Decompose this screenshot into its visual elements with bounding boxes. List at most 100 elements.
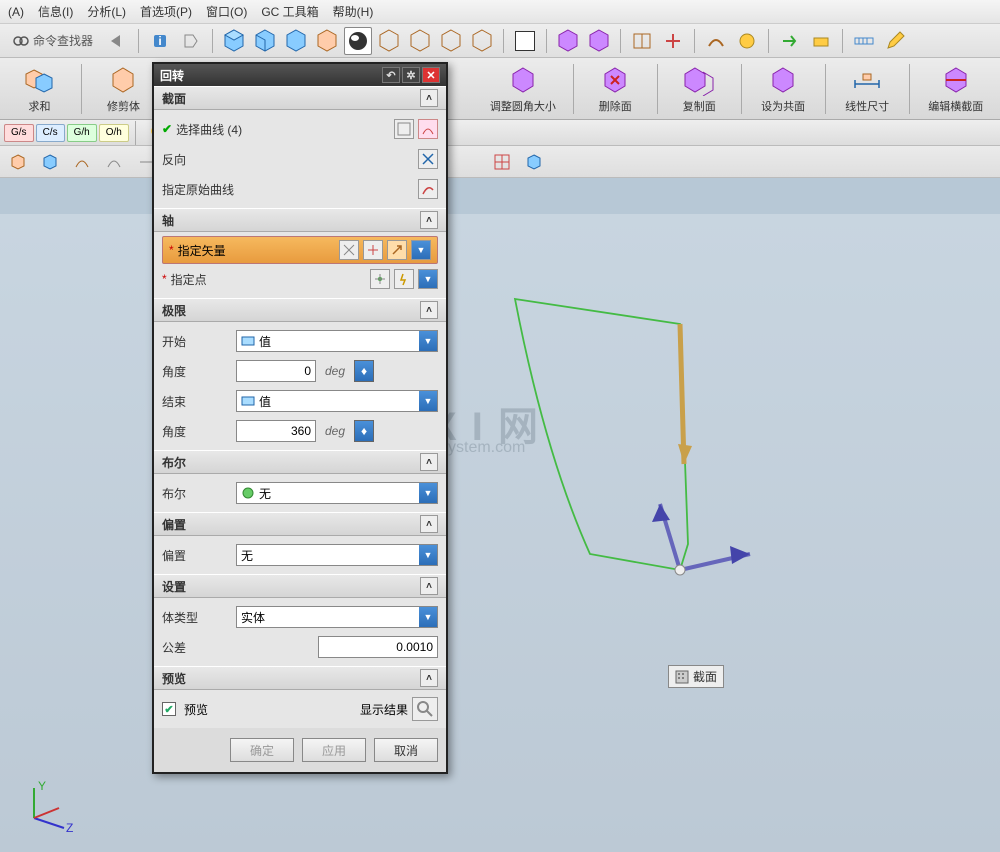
tool-button[interactable] bbox=[776, 27, 804, 55]
offset-combo[interactable]: 无 ▼ bbox=[236, 544, 438, 566]
section-header-axis[interactable]: 轴 ˄ bbox=[154, 208, 446, 232]
vector-btn[interactable] bbox=[339, 240, 359, 260]
tool-button[interactable] bbox=[733, 27, 761, 55]
section-header-boolean[interactable]: 布尔 ˄ bbox=[154, 450, 446, 474]
close-button[interactable]: ✕ bbox=[422, 67, 440, 83]
cancel-button[interactable]: 取消 bbox=[374, 738, 438, 762]
menu-item[interactable]: 首选项(P) bbox=[140, 3, 192, 20]
tool-button[interactable] bbox=[520, 148, 548, 176]
ribbon-sum[interactable]: 求和 bbox=[6, 60, 73, 118]
sketch-geometry bbox=[430, 244, 990, 664]
tool-button[interactable] bbox=[628, 27, 656, 55]
specify-vector-row[interactable]: * 指定矢量 ▼ bbox=[162, 236, 438, 264]
viewport[interactable]: X I 网 system.com 截面 Y Z bbox=[0, 214, 1000, 852]
sketch-icon bbox=[397, 122, 411, 136]
curve-button[interactable] bbox=[418, 119, 438, 139]
dialog-titlebar[interactable]: 回转 ↶ ✲ ✕ bbox=[154, 64, 446, 86]
tab-chip[interactable]: G/h bbox=[67, 124, 97, 142]
collapse-icon[interactable]: ˄ bbox=[420, 211, 438, 229]
spinner[interactable]: ♦ bbox=[354, 360, 374, 382]
point-btn[interactable] bbox=[370, 269, 390, 289]
spinner[interactable]: ♦ bbox=[354, 420, 374, 442]
collapse-icon[interactable]: ˄ bbox=[420, 577, 438, 595]
cube-button[interactable] bbox=[375, 27, 403, 55]
ribbon-linear-dim[interactable]: 线性尺寸 bbox=[834, 60, 901, 118]
tool-button[interactable] bbox=[36, 148, 64, 176]
cube-button[interactable] bbox=[220, 27, 248, 55]
angle2-input[interactable]: 360 bbox=[236, 420, 316, 442]
ribbon-coplanar[interactable]: 设为共面 bbox=[750, 60, 817, 118]
reverse-label: 反向 bbox=[162, 151, 232, 168]
ribbon-trim[interactable]: 修剪体 bbox=[90, 60, 157, 118]
tab-chip[interactable]: C/s bbox=[36, 124, 65, 142]
collapse-icon[interactable]: ˄ bbox=[420, 515, 438, 533]
reset-button[interactable]: ✲ bbox=[402, 67, 420, 83]
ribbon-delete-face[interactable]: 删除面 bbox=[582, 60, 649, 118]
collapse-icon[interactable]: ˄ bbox=[420, 453, 438, 471]
color-swatch[interactable] bbox=[511, 27, 539, 55]
preview-checkbox[interactable]: ✔ bbox=[162, 702, 176, 716]
tool-button[interactable] bbox=[850, 27, 878, 55]
tool-button[interactable] bbox=[659, 27, 687, 55]
point-btn[interactable] bbox=[394, 269, 414, 289]
apply-button[interactable]: 应用 bbox=[302, 738, 366, 762]
section-header-offset[interactable]: 偏置 ˄ bbox=[154, 512, 446, 536]
tool-button[interactable] bbox=[68, 148, 96, 176]
point-dropdown[interactable]: ▼ bbox=[418, 269, 438, 289]
tool-button[interactable] bbox=[4, 148, 32, 176]
tool-button[interactable] bbox=[100, 148, 128, 176]
canvas-label[interactable]: 截面 bbox=[668, 665, 724, 688]
cube-button[interactable] bbox=[344, 27, 372, 55]
tab-chip[interactable]: G/s bbox=[4, 124, 34, 142]
section-header-limits[interactable]: 极限 ˄ bbox=[154, 298, 446, 322]
command-finder[interactable]: 命令查找器 bbox=[6, 27, 100, 55]
ribbon-edit-section[interactable]: 编辑横截面 bbox=[918, 60, 994, 118]
start-combo[interactable]: 值 ▼ bbox=[236, 330, 438, 352]
cube-button[interactable] bbox=[282, 27, 310, 55]
boolean-combo[interactable]: 无 ▼ bbox=[236, 482, 438, 504]
sketch-button[interactable] bbox=[394, 119, 414, 139]
section-header-section[interactable]: 截面 ˄ bbox=[154, 86, 446, 110]
vector-btn[interactable] bbox=[363, 240, 383, 260]
reverse-button[interactable] bbox=[418, 149, 438, 169]
cube-button[interactable] bbox=[406, 27, 434, 55]
tolerance-input[interactable]: 0.0010 bbox=[318, 636, 438, 658]
section-header-settings[interactable]: 设置 ˄ bbox=[154, 574, 446, 598]
tool-button[interactable] bbox=[488, 148, 516, 176]
cube-button[interactable] bbox=[313, 27, 341, 55]
tool-button[interactable] bbox=[177, 27, 205, 55]
vector-dropdown[interactable]: ▼ bbox=[411, 240, 431, 260]
cube-button[interactable] bbox=[437, 27, 465, 55]
tool-button[interactable] bbox=[103, 27, 131, 55]
section-header-preview[interactable]: 预览 ˄ bbox=[154, 666, 446, 690]
cube-button[interactable] bbox=[468, 27, 496, 55]
cube-button[interactable] bbox=[585, 27, 613, 55]
tab-chip[interactable]: O/h bbox=[99, 124, 129, 142]
menu-item[interactable]: GC 工具箱 bbox=[261, 3, 318, 20]
menu-item[interactable]: 窗口(O) bbox=[206, 3, 247, 20]
tool-button[interactable] bbox=[881, 27, 909, 55]
collapse-icon[interactable]: ˄ bbox=[420, 301, 438, 319]
ribbon-copy-face[interactable]: 复制面 bbox=[666, 60, 733, 118]
menu-item[interactable]: 帮助(H) bbox=[333, 3, 374, 20]
vector-btn[interactable] bbox=[387, 240, 407, 260]
unit-label: deg bbox=[320, 424, 350, 438]
tool-button[interactable] bbox=[807, 27, 835, 55]
body-type-combo[interactable]: 实体 ▼ bbox=[236, 606, 438, 628]
collapse-icon[interactable]: ˄ bbox=[420, 669, 438, 687]
orig-curve-button[interactable] bbox=[418, 179, 438, 199]
menu-item[interactable]: (A) bbox=[8, 5, 24, 19]
menu-item[interactable]: 信息(I) bbox=[38, 3, 73, 20]
angle1-input[interactable]: 0 bbox=[236, 360, 316, 382]
tool-button[interactable] bbox=[702, 27, 730, 55]
menu-item[interactable]: 分析(L) bbox=[87, 3, 126, 20]
end-combo[interactable]: 值 ▼ bbox=[236, 390, 438, 412]
show-result-button[interactable] bbox=[412, 697, 438, 721]
cube-button[interactable] bbox=[554, 27, 582, 55]
cube-button[interactable] bbox=[251, 27, 279, 55]
ribbon-resize-fillet[interactable]: 调整圆角大小 bbox=[481, 60, 565, 118]
info-button[interactable]: i bbox=[146, 27, 174, 55]
ok-button[interactable]: 确定 bbox=[230, 738, 294, 762]
collapse-icon[interactable]: ˄ bbox=[420, 89, 438, 107]
undo-button[interactable]: ↶ bbox=[382, 67, 400, 83]
